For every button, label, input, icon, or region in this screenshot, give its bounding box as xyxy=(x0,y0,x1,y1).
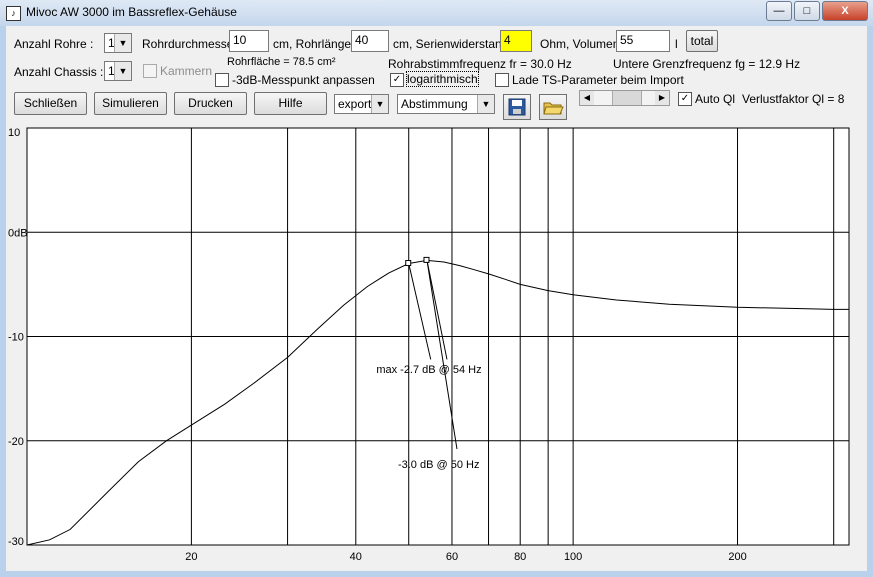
volumen-unit: l xyxy=(675,37,678,51)
folder-open-icon xyxy=(543,102,564,115)
x-tick-label: 60 xyxy=(446,551,458,563)
scroll-right-icon[interactable]: ▶ xyxy=(655,91,669,105)
simulieren-button[interactable]: Simulieren xyxy=(94,92,167,115)
lade-ts-label: Lade TS-Parameter beim Import xyxy=(512,73,684,87)
rohrdurchmesser-input[interactable]: 10 xyxy=(229,30,269,52)
anzahl-chassis-select[interactable]: 1 ▼ xyxy=(104,61,132,81)
kammern-label: Kammern xyxy=(160,64,213,78)
x-tick-label: 20 xyxy=(185,551,197,563)
messpunkt-label: -3dB-Messpunkt anpassen xyxy=(232,73,375,87)
y-tick-label: 10 xyxy=(8,127,20,139)
close-button[interactable]: X xyxy=(822,1,868,21)
x-tick-label: 100 xyxy=(564,551,582,563)
minimize-button[interactable]: — xyxy=(766,1,792,21)
rohrflaeche-text: Rohrfläche = 78.5 cm² xyxy=(227,56,336,68)
chevron-down-icon[interactable]: ▼ xyxy=(477,95,494,113)
hilfe-button[interactable]: Hilfe xyxy=(254,92,327,115)
grenzfrequenz-text: Untere Grenzfrequenz fg = 12.9 Hz xyxy=(613,57,801,71)
window-title: Mivoc AW 3000 im Bassreflex-Gehäuse xyxy=(26,5,237,19)
title-bar: ♪ Mivoc AW 3000 im Bassreflex-Gehäuse — … xyxy=(0,0,873,26)
auto-ql-checkbox[interactable]: ✓ xyxy=(678,92,692,106)
maximize-button[interactable]: □ xyxy=(794,1,820,21)
anzahl-rohre-label: Anzahl Rohre : xyxy=(14,37,94,51)
chevron-down-icon[interactable]: ▼ xyxy=(114,34,131,52)
abstimmung-value: Abstimmung xyxy=(401,97,468,111)
app-icon: ♪ xyxy=(6,6,21,21)
drucken-button[interactable]: Drucken xyxy=(174,92,247,115)
chevron-down-icon[interactable]: ▼ xyxy=(371,95,388,113)
frequency-response-chart: 10 0dB -10 -20 -30 20 40 60 80 100 200 max -2.7 dB … xyxy=(8,127,850,563)
export-value: export xyxy=(338,97,372,111)
max-marker xyxy=(423,256,430,263)
volumen-label: Ohm, Volumen xyxy=(540,37,620,51)
serienwiderstand-input[interactable]: 4 xyxy=(500,30,532,52)
lade-ts-checkbox[interactable] xyxy=(495,73,509,87)
annotation-max-label: max -2.7 dB @ 54 Hz xyxy=(376,364,481,376)
export-select[interactable]: export ▼ xyxy=(334,94,389,114)
y-tick-label: -30 xyxy=(8,536,24,548)
rohrlaenge-input[interactable]: 40 xyxy=(351,30,389,52)
serienwiderstand-label: cm, Serienwiderstand xyxy=(393,37,509,51)
rohrlaenge-label: cm, Rohrlänge xyxy=(273,37,352,51)
annotation-3db-label: -3.0 dB @ 50 Hz xyxy=(398,459,479,471)
scroll-left-icon[interactable]: ◀ xyxy=(580,91,594,105)
schliessen-button[interactable]: Schließen xyxy=(14,92,87,115)
kammern-checkbox[interactable] xyxy=(143,64,157,78)
logarithmisch-checkbox[interactable]: ✓ xyxy=(390,73,404,87)
floppy-disk-icon xyxy=(508,98,526,116)
total-button[interactable]: total xyxy=(686,30,718,52)
y-tick-label: 0dB xyxy=(8,227,28,239)
x-tick-label: 80 xyxy=(514,551,526,563)
verlustfaktor-text: Verlustfaktor Ql = 8 xyxy=(742,92,845,106)
rohrdurchmesser-label: Rohrdurchmesser xyxy=(142,37,238,51)
main-window: Anzahl Rohre : 1 ▼ Rohrdurchmesser 10 cm… xyxy=(6,26,867,571)
x-tick-label: 200 xyxy=(728,551,746,563)
auto-ql-label: Auto Ql xyxy=(695,92,736,106)
open-folder-button[interactable] xyxy=(539,94,567,120)
rohrabstimmfrequenz-text: Rohrabstimmfrequenz fr = 30.0 Hz xyxy=(388,57,572,71)
y-tick-label: -10 xyxy=(8,332,24,344)
chevron-down-icon[interactable]: ▼ xyxy=(114,62,131,80)
anzahl-chassis-label: Anzahl Chassis : xyxy=(14,65,104,79)
x-tick-label: 40 xyxy=(350,551,362,563)
scroll-thumb[interactable] xyxy=(612,91,642,105)
save-button[interactable] xyxy=(503,94,531,120)
volumen-input[interactable]: 55 xyxy=(616,30,670,52)
minus3db-marker xyxy=(405,260,412,267)
logarithmisch-label: logarithmisch xyxy=(406,71,479,87)
messpunkt-checkbox[interactable] xyxy=(215,73,229,87)
parameter-scrollbar[interactable]: ◀ ▶ xyxy=(579,90,670,106)
y-tick-label: -20 xyxy=(8,436,24,448)
anzahl-rohre-select[interactable]: 1 ▼ xyxy=(104,33,132,53)
abstimmung-select[interactable]: Abstimmung ▼ xyxy=(397,94,495,114)
